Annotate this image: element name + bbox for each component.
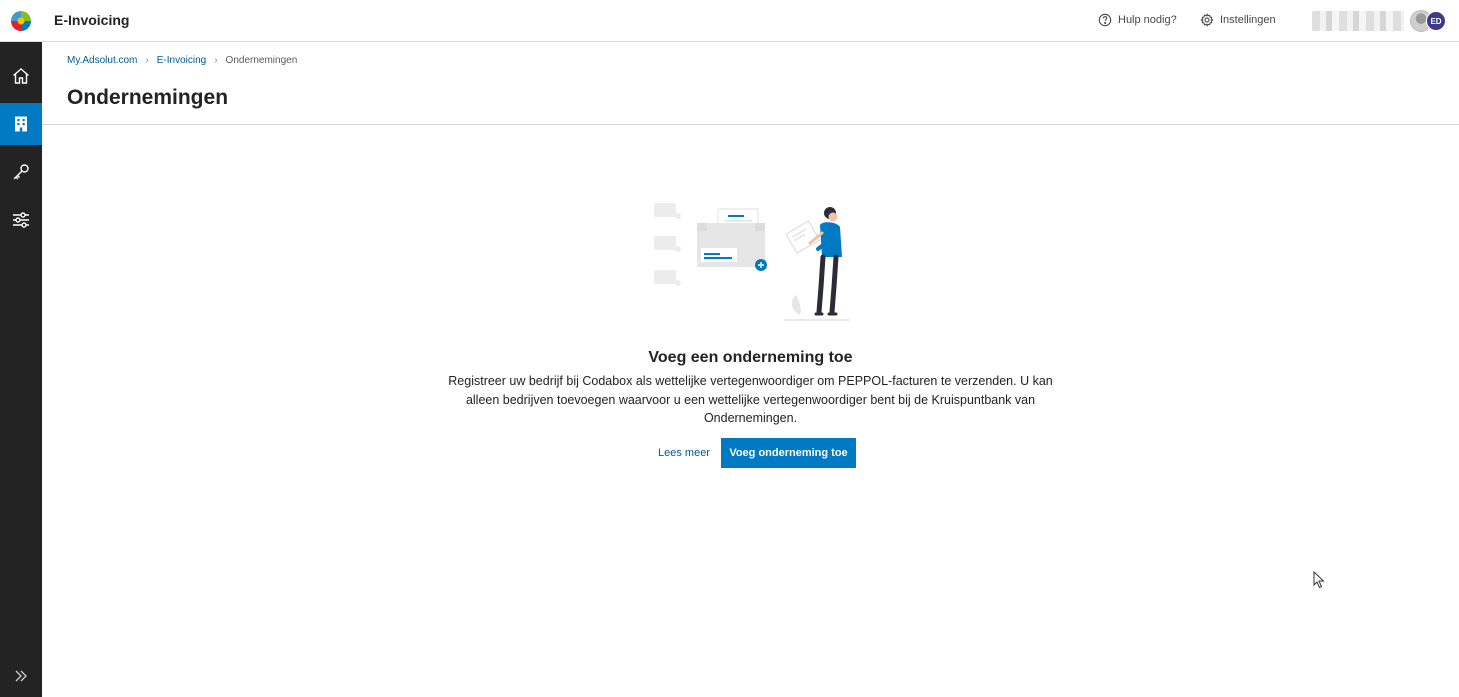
sliders-icon	[13, 212, 29, 228]
double-chevron-right-icon	[15, 670, 27, 682]
empty-state-title: Voeg een onderneming toe	[648, 349, 853, 366]
mouse-cursor-icon	[1313, 571, 1325, 589]
app-title: E-Invoicing	[54, 12, 130, 28]
top-bar: E-Invoicing Hulp nodig? Instellingen ED	[0, 0, 1459, 42]
avatar[interactable]: ED	[1426, 11, 1446, 31]
help-button[interactable]: Hulp nodig?	[1098, 13, 1177, 27]
empty-state-description: Registreer uw bedrijf bij Codabox als we…	[448, 374, 1053, 425]
sidebar	[0, 42, 42, 697]
header-divider	[42, 124, 1459, 125]
empty-state-illustration	[654, 203, 850, 321]
read-more-link[interactable]: Lees meer	[648, 438, 720, 468]
user-name-blurred[interactable]	[1312, 11, 1404, 31]
help-label: Hulp nodig?	[1118, 14, 1177, 26]
settings-label: Instellingen	[1220, 14, 1276, 26]
sidebar-expand-button[interactable]	[0, 655, 42, 697]
sidebar-item-keys[interactable]	[0, 151, 42, 193]
breadcrumb-current: Ondernemingen	[225, 55, 298, 66]
sidebar-item-companies[interactable]	[0, 103, 42, 145]
chevron-right-icon: ›	[145, 55, 149, 66]
building-icon	[15, 116, 27, 132]
chevron-right-icon: ›	[214, 55, 218, 66]
breadcrumb: My.Adsolut.com › E-Invoicing › Ondernemi…	[67, 55, 297, 66]
sidebar-item-filters[interactable]	[0, 199, 42, 241]
page-title: Ondernemingen	[67, 86, 229, 109]
key-icon	[13, 164, 29, 180]
breadcrumb-link-home[interactable]: My.Adsolut.com	[67, 55, 137, 66]
question-circle-icon	[1098, 13, 1112, 27]
sidebar-item-home[interactable]	[0, 55, 42, 97]
settings-button[interactable]: Instellingen	[1200, 13, 1276, 27]
wolters-kluwer-logo[interactable]	[10, 10, 32, 32]
gear-icon	[1200, 13, 1214, 27]
add-company-button[interactable]: Voeg onderneming toe	[721, 438, 856, 468]
home-icon	[13, 68, 29, 84]
breadcrumb-link-einvoicing[interactable]: E-Invoicing	[157, 55, 206, 66]
